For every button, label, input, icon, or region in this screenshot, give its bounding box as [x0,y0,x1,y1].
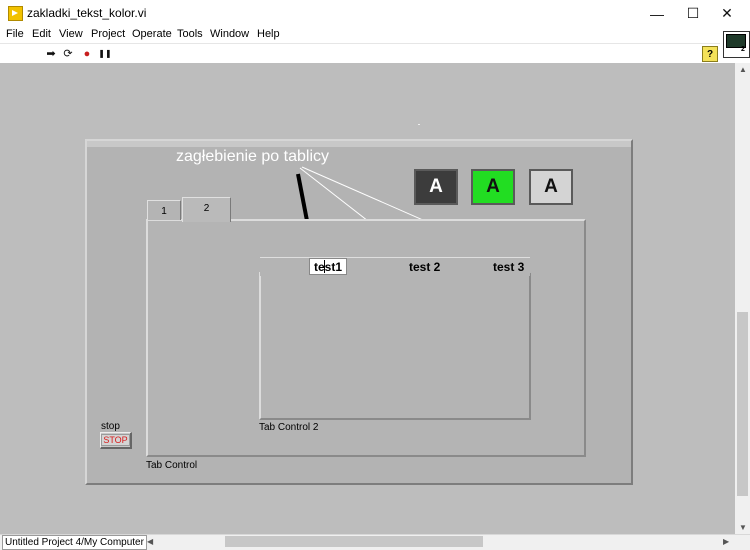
boolean-button-light[interactable]: A [529,169,573,205]
tab-test1[interactable]: test1 [309,258,347,275]
boolean-button-green[interactable]: A [471,169,515,205]
text-cursor [324,260,325,273]
horizontal-scroll-thumb[interactable] [225,536,483,547]
tab-control-2-body [259,272,531,420]
stop-button-text: STOP [101,434,130,446]
scroll-right-icon[interactable]: ▶ [723,537,729,546]
stop-button[interactable]: STOP [100,432,132,449]
stop-label: stop [101,421,120,432]
tab-test3[interactable]: test 3 [493,260,524,274]
tab-test2[interactable]: test 2 [409,260,440,274]
boolean-button-dark[interactable]: A [414,169,458,205]
scroll-left-icon[interactable]: ◀ [147,537,153,546]
tab-control-2-tab-strip [260,257,530,276]
tab-control-2-label: Tab Control 2 [259,422,319,433]
tab-2[interactable]: 2 [182,197,231,222]
tab-control-label: Tab Control [146,460,198,471]
tab-1[interactable]: 1 [147,200,181,220]
status-project-path: Untitled Project 4/My Computer [2,535,147,550]
